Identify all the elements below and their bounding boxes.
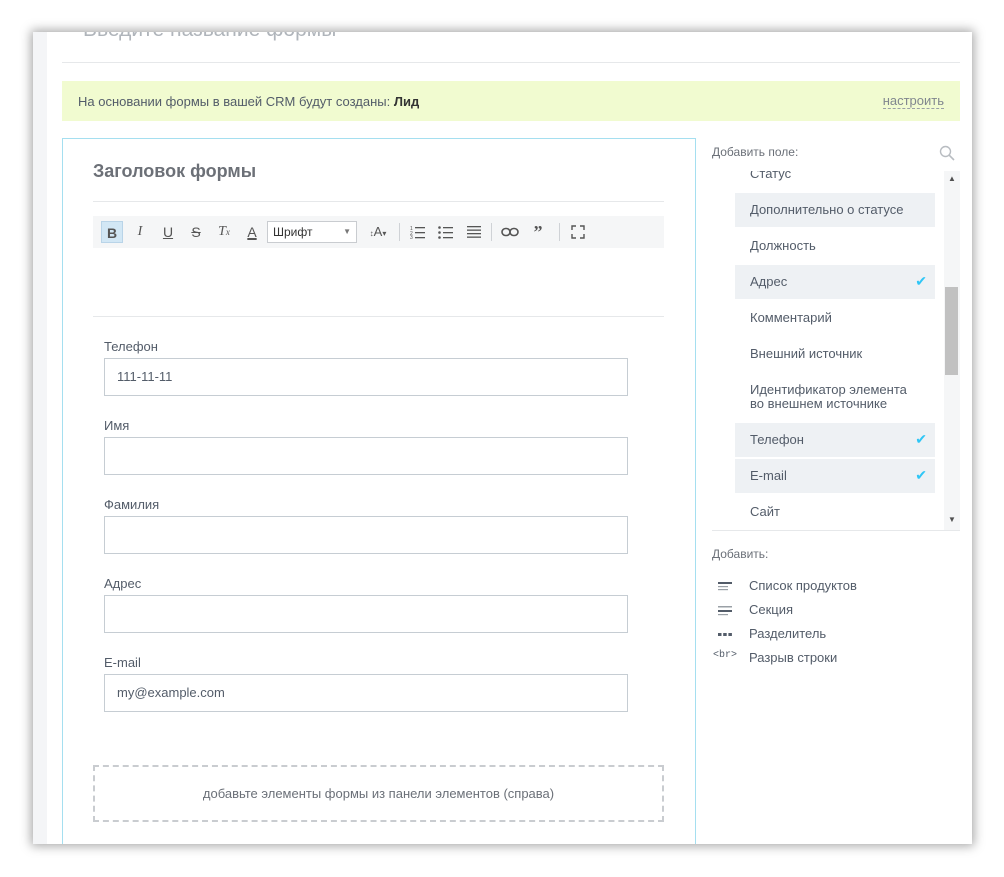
separator-icon: [716, 627, 734, 641]
toolbar-divider: [399, 223, 400, 241]
scroll-up-icon[interactable]: ▲: [945, 174, 959, 183]
field-label-address: Адрес: [104, 576, 142, 591]
list-item[interactable]: Комментарий: [735, 301, 935, 335]
field-label-email: E-mail: [104, 655, 141, 670]
font-select-value: Шрифт: [273, 225, 313, 239]
add-item-label: Разделитель: [749, 626, 827, 641]
list-item[interactable]: Телефон ✔: [735, 423, 935, 457]
email-field[interactable]: my@example.com: [104, 674, 628, 712]
italic-icon[interactable]: I: [129, 221, 151, 243]
toolbar-divider: [559, 223, 560, 241]
list-item[interactable]: Адрес ✔: [735, 265, 935, 299]
text-color-icon[interactable]: A: [241, 221, 263, 243]
divider: [93, 201, 664, 202]
fullscreen-icon[interactable]: [567, 221, 589, 243]
header-text-editor[interactable]: [93, 248, 664, 316]
list-item-label: Дополнительно о статусе: [750, 202, 904, 217]
divider: [62, 62, 960, 63]
phone-field[interactable]: 111-11-11: [104, 358, 628, 396]
clear-format-icon[interactable]: Tx: [213, 221, 235, 243]
address-field[interactable]: [104, 595, 628, 633]
add-field-label: Добавить поле:: [712, 145, 799, 159]
editor-toolbar: B I U S Tx A Шрифт ▼ ↕A▾ 123 ”: [93, 216, 664, 248]
left-strip: [33, 32, 47, 844]
svg-text:3: 3: [410, 235, 413, 239]
underline-icon[interactable]: U: [157, 221, 179, 243]
font-size-icon[interactable]: ↕A▾: [363, 221, 393, 243]
list-item-label: Должность: [750, 238, 816, 253]
check-icon: ✔: [915, 431, 927, 447]
product-list-icon: [716, 579, 734, 593]
name-field[interactable]: [104, 437, 628, 475]
list-item[interactable]: Статус: [735, 171, 935, 191]
crm-setup-link[interactable]: настроить: [882, 94, 944, 109]
strikethrough-icon[interactable]: S: [185, 221, 207, 243]
add-label: Добавить:: [712, 547, 769, 561]
font-select[interactable]: Шрифт ▼: [267, 221, 357, 243]
list-item-label: Внешний источник: [750, 346, 863, 361]
section-icon: [716, 603, 734, 617]
add-item-label: Разрыв строки: [749, 650, 838, 665]
add-item-label: Секция: [749, 602, 794, 617]
list-item[interactable]: Должность: [735, 229, 935, 263]
list-item[interactable]: E-mail ✔: [735, 459, 935, 493]
list-item-label: E-mail: [750, 468, 787, 483]
list-item-label: Адрес: [750, 274, 788, 289]
list-item[interactable]: Внешний источник: [735, 337, 935, 371]
form-editor-window: Введите название формы На основании форм…: [33, 32, 972, 844]
crm-notice-bar: На основании формы в вашей CRM будут соз…: [62, 81, 960, 121]
field-label-phone: Телефон: [104, 339, 158, 354]
divider: [93, 316, 664, 317]
list-item-label: Идентификатор элемента: [750, 382, 907, 397]
list-item[interactable]: Сайт: [735, 495, 935, 529]
check-icon: ✔: [915, 467, 927, 483]
available-fields-list: Статус Дополнительно о статусе Должность…: [712, 171, 960, 531]
align-icon[interactable]: [463, 221, 485, 243]
bold-icon[interactable]: B: [101, 221, 123, 243]
toolbar-divider: [491, 223, 492, 241]
quote-icon[interactable]: ”: [527, 221, 549, 243]
crm-notice-text: На основании формы в вашей CRM будут соз…: [78, 94, 419, 109]
list-item-label: во внешнем источнике: [750, 396, 888, 411]
add-item-label: Список продуктов: [749, 578, 857, 593]
line-break-icon: <br>: [713, 650, 738, 661]
search-icon[interactable]: [939, 145, 955, 161]
surname-field[interactable]: [104, 516, 628, 554]
form-preview: Заголовок формы B I U S Tx A Шрифт ▼ ↕A▾ …: [62, 138, 696, 844]
crm-notice-prefix: На основании формы в вашей CRM будут соз…: [78, 94, 391, 109]
scroll-down-icon[interactable]: ▼: [945, 515, 959, 524]
chevron-down-icon: ▼: [343, 227, 351, 236]
list-item-label: Сайт: [750, 504, 780, 519]
crm-entity: Лид: [393, 94, 420, 109]
field-label-surname: Фамилия: [104, 497, 160, 512]
bulleted-list-icon[interactable]: [435, 221, 457, 243]
scrollbar-thumb[interactable]: [945, 287, 958, 375]
drop-zone[interactable]: добавьте элементы формы из панели элемен…: [93, 765, 664, 822]
list-item-label: Комментарий: [750, 310, 832, 325]
form-name-input[interactable]: Введите название формы: [83, 32, 336, 42]
form-header-title[interactable]: Заголовок формы: [93, 161, 256, 182]
list-item[interactable]: Дополнительно о статусе: [735, 193, 935, 227]
link-icon[interactable]: [499, 221, 521, 243]
numbered-list-icon[interactable]: 123: [407, 221, 429, 243]
list-item-label: Статус: [750, 171, 792, 181]
list-item[interactable]: Идентификатор элемента во внешнем источни…: [735, 373, 935, 413]
field-label-name: Имя: [104, 418, 130, 433]
list-item-label: Телефон: [750, 432, 804, 447]
check-icon: ✔: [915, 273, 927, 289]
